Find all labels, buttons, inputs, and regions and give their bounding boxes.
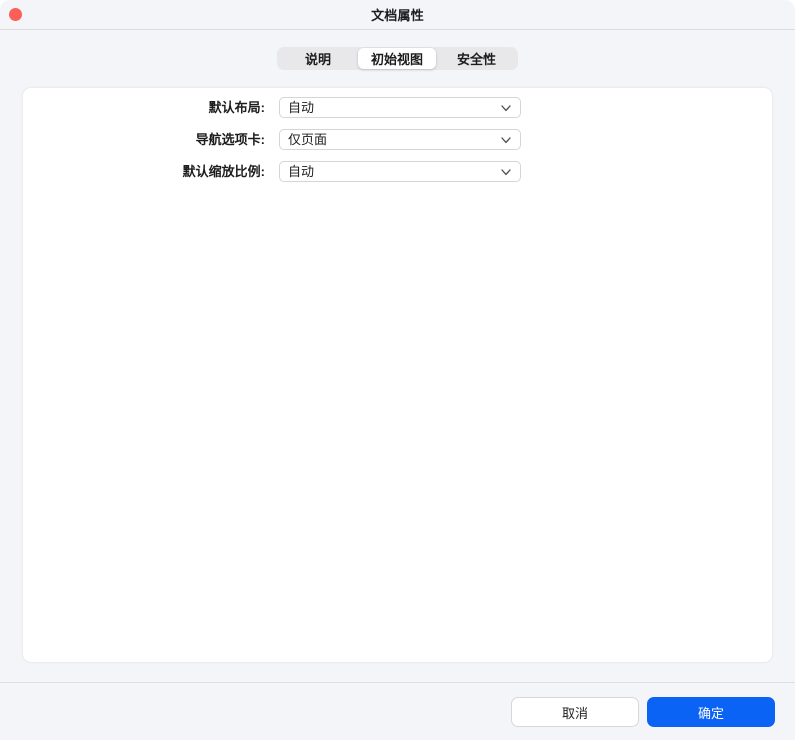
navigation-tab-label: 导航选项卡: (195, 132, 265, 147)
navigation-tab-select[interactable]: 仅页面 (279, 129, 521, 150)
tab-description[interactable]: 说明 (278, 48, 358, 69)
ok-button[interactable]: 确定 (647, 697, 775, 727)
tab-bar: 说明 初始视图 安全性 (0, 47, 795, 70)
navigation-tab-row: 导航选项卡: 仅页面 (23, 129, 772, 150)
initial-view-panel: 默认布局: 自动 导航选项卡: 仅页面 默认缩放比例: 自动 (22, 87, 773, 663)
chevron-down-icon (501, 168, 511, 175)
chevron-down-icon (501, 104, 511, 111)
document-properties-dialog: 文档属性 说明 初始视图 安全性 默认布局: 自动 导航选项卡: 仅页面 默认缩… (0, 0, 795, 740)
segmented-control: 说明 初始视图 安全性 (277, 47, 518, 70)
default-layout-value: 自动 (288, 100, 315, 115)
default-zoom-label: 默认缩放比例: (182, 164, 265, 179)
default-zoom-value: 自动 (288, 164, 315, 179)
footer-button-bar: 取消 确定 (0, 683, 795, 740)
default-zoom-select[interactable]: 自动 (279, 161, 521, 182)
default-zoom-row: 默认缩放比例: 自动 (23, 161, 772, 182)
cancel-button[interactable]: 取消 (511, 697, 639, 727)
chevron-down-icon (501, 136, 511, 143)
window-title: 文档属性 (371, 8, 424, 23)
default-layout-select[interactable]: 自动 (279, 97, 521, 118)
tab-initial-view[interactable]: 初始视图 (358, 48, 436, 69)
navigation-tab-value: 仅页面 (288, 132, 328, 147)
default-layout-label: 默认布局: (208, 100, 265, 115)
title-bar: 文档属性 (0, 0, 795, 30)
close-window-button[interactable] (9, 8, 22, 21)
default-layout-row: 默认布局: 自动 (23, 97, 772, 118)
tab-security[interactable]: 安全性 (436, 48, 517, 69)
